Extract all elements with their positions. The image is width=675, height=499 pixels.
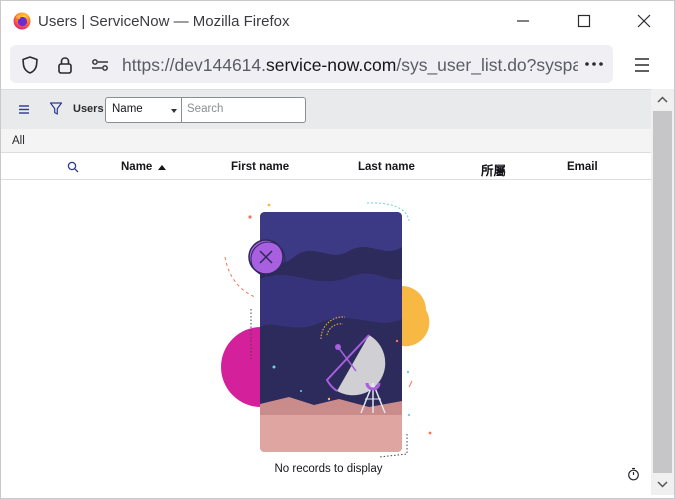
url-bar[interactable]: https://dev144614.service-now.com/sys_us… xyxy=(10,45,613,83)
column-header-name[interactable]: Name xyxy=(121,161,152,173)
column-header-row: Name First name Last name 所屬 Email xyxy=(1,153,651,180)
close-icon[interactable] xyxy=(633,10,655,32)
scrollbar-thumb[interactable] xyxy=(653,111,672,473)
url-domain: service-now.com xyxy=(266,55,397,75)
url-prefix: https://dev144614. xyxy=(122,55,266,75)
title-bar: Users | ServiceNow — Mozilla Firefox xyxy=(1,1,674,41)
search-field-value: Name xyxy=(112,103,143,115)
url-text[interactable]: https://dev144614.service-now.com/sys_us… xyxy=(122,55,578,76)
window-title: Users | ServiceNow — Mozilla Firefox xyxy=(38,13,290,30)
maximize-icon[interactable] xyxy=(573,10,595,32)
empty-state-message: No records to display xyxy=(274,463,383,475)
nav-bar: https://dev144614.service-now.com/sys_us… xyxy=(1,41,674,89)
chevron-down-icon xyxy=(171,109,177,113)
more-icon[interactable] xyxy=(582,53,606,75)
empty-state-illustration xyxy=(221,202,432,458)
list-toolbar: Users Name Search xyxy=(1,89,651,129)
filter-icon[interactable] xyxy=(49,101,63,117)
hamburger-icon[interactable] xyxy=(632,55,652,75)
breadcrumb-all[interactable]: All xyxy=(12,135,25,147)
shield-icon[interactable] xyxy=(20,55,40,75)
list-menu-icon[interactable] xyxy=(17,102,31,116)
scroll-up-icon[interactable] xyxy=(651,89,674,111)
stopwatch-icon[interactable] xyxy=(627,467,640,481)
lock-icon[interactable] xyxy=(55,55,75,75)
minimize-icon[interactable] xyxy=(512,10,534,32)
search-input[interactable]: Search xyxy=(182,97,306,123)
browser-window: Users | ServiceNow — Mozilla Firefox htt… xyxy=(0,0,675,499)
breadcrumb: All xyxy=(1,129,651,153)
column-header-last-name[interactable]: Last name xyxy=(358,161,415,173)
column-header-first-name[interactable]: First name xyxy=(231,161,289,173)
sort-ascending-icon xyxy=(158,165,166,170)
search-icon[interactable] xyxy=(67,161,79,173)
list-title: Users xyxy=(73,103,104,115)
scroll-down-icon[interactable] xyxy=(651,473,674,495)
permissions-icon[interactable] xyxy=(90,55,110,75)
url-suffix: /sys_user_list.do?sysparm_ xyxy=(396,55,578,75)
column-header-department[interactable]: 所屬 xyxy=(481,160,506,179)
column-header-email[interactable]: Email xyxy=(567,161,598,173)
vertical-scrollbar[interactable] xyxy=(651,89,674,495)
search-field-select[interactable]: Name xyxy=(105,97,182,123)
firefox-logo-icon xyxy=(13,12,31,30)
